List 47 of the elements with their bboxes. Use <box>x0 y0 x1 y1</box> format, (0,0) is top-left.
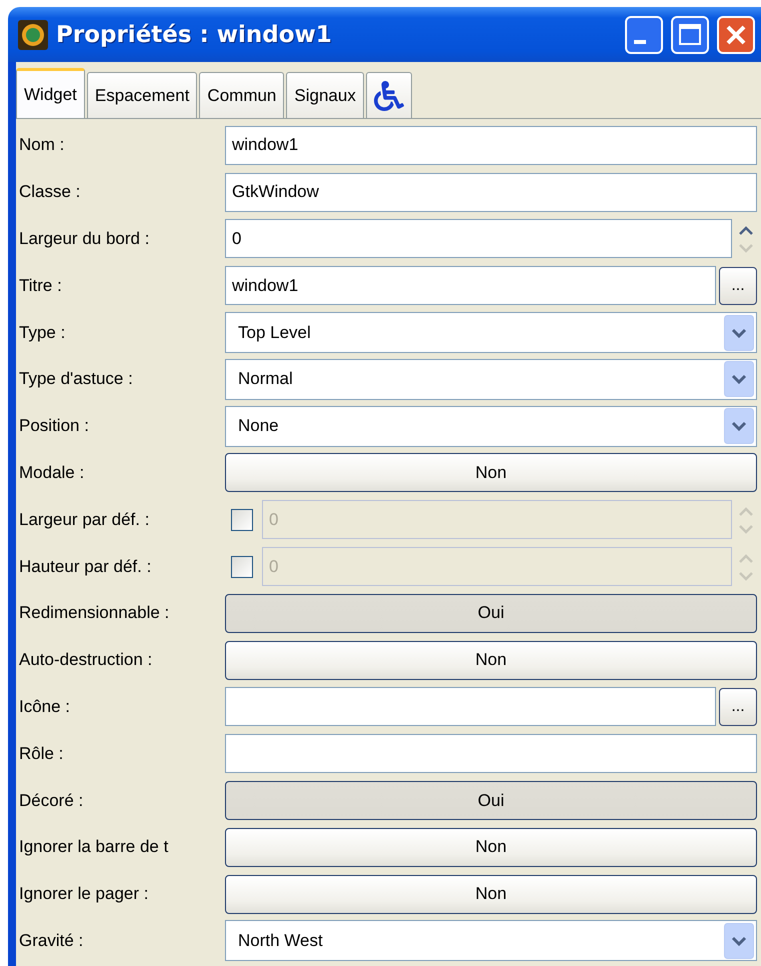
property-label: Ignorer le pager : <box>18 884 150 904</box>
app-icon <box>18 20 48 50</box>
dropdown[interactable]: Normal <box>225 358 757 400</box>
text-field[interactable]: window1 <box>225 126 757 165</box>
spin-field[interactable]: 0 <box>225 219 732 258</box>
property-label: Hauteur par déf. : <box>18 556 152 577</box>
property-label: Ignorer la barre de t <box>18 837 170 858</box>
property-label: Largeur du bord : <box>18 228 150 249</box>
tab[interactable]: Widget <box>16 68 85 118</box>
tab[interactable]: Commun <box>199 72 284 118</box>
property-label: Classe : <box>18 182 82 202</box>
close-icon[interactable] <box>717 16 755 54</box>
maximize-icon[interactable] <box>671 16 709 54</box>
property-label: Type d'astuce : <box>18 369 134 390</box>
property-label: Rôle : <box>18 744 64 764</box>
dropdown[interactable]: None <box>225 406 757 447</box>
dropdown[interactable]: North West <box>225 920 757 962</box>
minimize-icon[interactable] <box>625 16 663 54</box>
property-label: Nom : <box>18 135 66 156</box>
browse-button[interactable]: ... <box>719 266 757 305</box>
property-label: Icône : <box>18 696 72 717</box>
text-field[interactable] <box>225 734 757 774</box>
property-label: Redimensionnable : <box>18 603 170 624</box>
dropdown[interactable]: Top Level <box>225 312 757 354</box>
window-title: Propriétés : window1 <box>56 22 333 48</box>
property-label: Décoré : <box>18 790 84 811</box>
text-field[interactable]: GtkWindow <box>225 172 757 212</box>
property-label: Position : <box>18 416 90 436</box>
tab[interactable]: Signaux <box>286 72 364 118</box>
toggle-button[interactable]: Non <box>225 828 757 867</box>
toggle-button[interactable]: Non <box>225 453 757 492</box>
property-label: Largeur par déf. : <box>18 510 150 530</box>
toggle-button[interactable]: Non <box>225 874 757 914</box>
property-label: Type : <box>18 322 66 343</box>
text-field[interactable]: window1 <box>225 266 716 306</box>
property-label: Modale : <box>18 462 86 483</box>
tab[interactable]: Espacement <box>86 72 198 118</box>
property-label: Titre : <box>18 276 63 296</box>
toggle-button[interactable]: Oui <box>225 594 757 633</box>
text-field[interactable] <box>225 687 716 726</box>
accessibility-tab[interactable] <box>366 72 412 118</box>
browse-button[interactable]: ... <box>719 688 757 726</box>
wheelchair-icon <box>374 80 404 110</box>
toggle-button[interactable]: Non <box>225 640 757 680</box>
property-label: Auto-destruction : <box>18 650 154 670</box>
property-label: Gravité : <box>18 930 84 951</box>
toggle-button[interactable]: Oui <box>225 781 757 820</box>
